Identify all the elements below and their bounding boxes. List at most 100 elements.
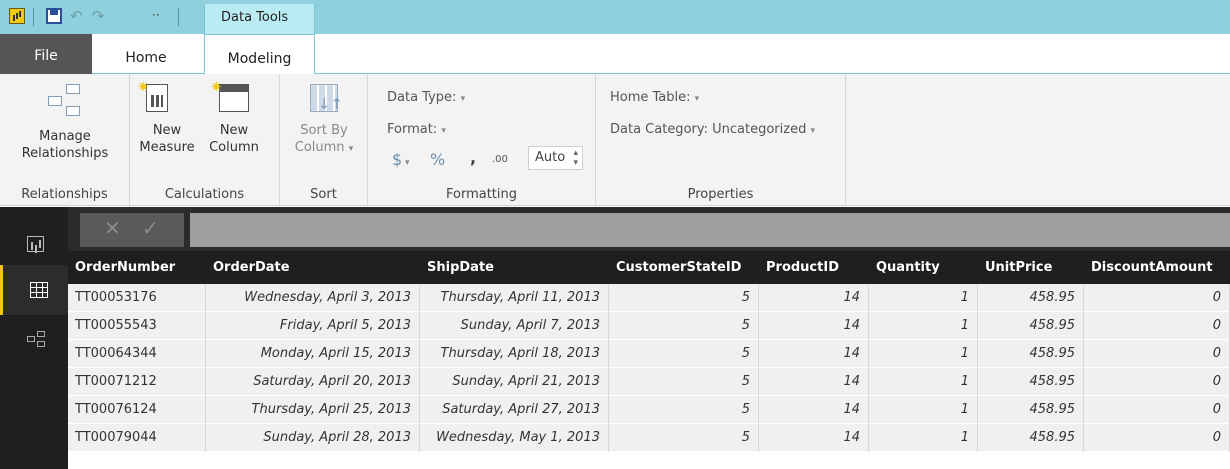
table-cell[interactable]: TT00076124 bbox=[68, 396, 206, 424]
table-cell[interactable]: 1 bbox=[869, 424, 978, 452]
table-cell[interactable]: 14 bbox=[759, 368, 869, 396]
table-row[interactable]: TT00064344 Monday, April 15, 2013 Thursday… bbox=[68, 340, 1230, 368]
column-header[interactable]: ProductID bbox=[759, 251, 869, 284]
data-table: OrderNumber OrderDate ShipDate CustomerS… bbox=[68, 251, 1230, 469]
table-cell[interactable]: 14 bbox=[759, 284, 869, 312]
undo-icon[interactable]: ↶ bbox=[70, 7, 83, 25]
table-row[interactable]: TT00053176 Wednesday, April 3, 2013 Thursd… bbox=[68, 284, 1230, 312]
table-cell[interactable]: 1 bbox=[869, 312, 978, 340]
table-cell[interactable]: 458.95 bbox=[978, 284, 1084, 312]
table-cell[interactable]: 5 bbox=[609, 424, 759, 452]
column-header[interactable]: OrderNumber bbox=[68, 251, 206, 284]
table-cell[interactable]: Wednesday, April 3, 2013 bbox=[206, 284, 420, 312]
table-cell[interactable]: 0 bbox=[1084, 396, 1230, 424]
table-cell[interactable]: 0 bbox=[1084, 424, 1230, 452]
table-cell[interactable]: 458.95 bbox=[978, 312, 1084, 340]
table-cell[interactable]: 14 bbox=[759, 396, 869, 424]
table-cell[interactable]: 5 bbox=[609, 368, 759, 396]
table-cell[interactable]: Monday, April 15, 2013 bbox=[206, 340, 420, 368]
table-row[interactable]: TT00076124 Thursday, April 25, 2013 Saturd… bbox=[68, 396, 1230, 424]
table-cell[interactable]: 5 bbox=[609, 284, 759, 312]
manage-relationships-label-2: Relationships bbox=[21, 146, 109, 161]
group-label-relationships: Relationships bbox=[21, 187, 108, 202]
new-measure-button[interactable]: ✷ New Measure bbox=[136, 79, 198, 156]
column-header[interactable]: Quantity bbox=[869, 251, 978, 284]
group-relationships: Manage Relationships Relationships bbox=[0, 74, 130, 206]
table-cell[interactable]: 458.95 bbox=[978, 424, 1084, 452]
table-row[interactable]: TT00079044 Sunday, April 28, 2013 Wednesda… bbox=[68, 424, 1230, 452]
decimal-places-stepper[interactable]: Auto ▴ ▾ bbox=[528, 146, 583, 170]
data-view-button[interactable] bbox=[0, 265, 68, 315]
table-cell[interactable]: 458.95 bbox=[978, 368, 1084, 396]
title-bar: ↶ ↷ ·· Data Tools bbox=[0, 0, 1230, 34]
data-category-dropdown[interactable]: Data Category: Uncategorized ▾ bbox=[610, 122, 815, 137]
data-type-dropdown[interactable]: Data Type: ▾ bbox=[387, 90, 465, 105]
manage-relationships-button[interactable]: Manage Relationships bbox=[2, 80, 128, 162]
table-row[interactable]: TT00071212 Saturday, April 20, 2013 Sunday… bbox=[68, 368, 1230, 396]
stepper-arrows-icon[interactable]: ▴ ▾ bbox=[573, 148, 578, 168]
table-row[interactable]: TT00055543 Friday, April 5, 2013 Sunday, A… bbox=[68, 312, 1230, 340]
sort-icon bbox=[310, 84, 343, 113]
table-cell[interactable]: 5 bbox=[609, 340, 759, 368]
table-cell[interactable]: TT00071212 bbox=[68, 368, 206, 396]
table-cell[interactable]: 458.95 bbox=[978, 396, 1084, 424]
format-dropdown[interactable]: Format: ▾ bbox=[387, 122, 446, 137]
table-grid-icon bbox=[30, 282, 48, 298]
model-diagram-icon bbox=[27, 331, 45, 347]
customize-toolbar-icon[interactable]: ·· bbox=[152, 8, 160, 22]
table-cell[interactable]: 14 bbox=[759, 424, 869, 452]
table-cell[interactable]: 0 bbox=[1084, 284, 1230, 312]
table-cell[interactable]: 14 bbox=[759, 340, 869, 368]
formula-input[interactable] bbox=[190, 213, 1230, 247]
table-cell[interactable]: Saturday, April 27, 2013 bbox=[420, 396, 609, 424]
sort-by-column-button[interactable]: Sort By Column ▾ bbox=[284, 80, 364, 158]
currency-button[interactable]: $ ▾ bbox=[392, 150, 410, 169]
table-cell[interactable]: 1 bbox=[869, 340, 978, 368]
report-view-button[interactable] bbox=[0, 215, 68, 265]
table-cell[interactable]: Sunday, April 21, 2013 bbox=[420, 368, 609, 396]
tab-home[interactable]: Home bbox=[92, 34, 200, 74]
table-cell[interactable]: TT00079044 bbox=[68, 424, 206, 452]
table-cell[interactable]: Wednesday, May 1, 2013 bbox=[420, 424, 609, 452]
tab-modeling[interactable]: Modeling bbox=[204, 34, 315, 75]
relationships-view-button[interactable] bbox=[0, 315, 68, 365]
table-cell[interactable]: 458.95 bbox=[978, 340, 1084, 368]
comma-button[interactable]: , bbox=[470, 148, 476, 167]
percent-button[interactable]: % bbox=[430, 150, 445, 169]
table-cell[interactable]: 1 bbox=[869, 396, 978, 424]
table-cell[interactable]: TT00064344 bbox=[68, 340, 206, 368]
cancel-icon[interactable]: ✕ bbox=[104, 216, 121, 240]
table-cell[interactable]: 0 bbox=[1084, 312, 1230, 340]
powerbi-logo-icon bbox=[9, 8, 25, 24]
table-cell[interactable]: TT00055543 bbox=[68, 312, 206, 340]
table-cell[interactable]: Thursday, April 18, 2013 bbox=[420, 340, 609, 368]
table-cell[interactable]: Friday, April 5, 2013 bbox=[206, 312, 420, 340]
table-cell[interactable]: 5 bbox=[609, 396, 759, 424]
column-header[interactable]: UnitPrice bbox=[978, 251, 1084, 284]
decimals-button[interactable]: .00 bbox=[492, 154, 508, 165]
table-cell[interactable]: 0 bbox=[1084, 340, 1230, 368]
commit-icon[interactable]: ✓ bbox=[142, 216, 159, 240]
column-header[interactable]: ShipDate bbox=[420, 251, 609, 284]
table-cell[interactable]: 0 bbox=[1084, 368, 1230, 396]
column-header[interactable]: CustomerStateID bbox=[609, 251, 759, 284]
table-cell[interactable]: 1 bbox=[869, 368, 978, 396]
column-header[interactable]: OrderDate bbox=[206, 251, 420, 284]
table-cell[interactable]: Sunday, April 7, 2013 bbox=[420, 312, 609, 340]
table-cell[interactable]: 1 bbox=[869, 284, 978, 312]
tab-file[interactable]: File bbox=[0, 34, 92, 74]
home-table-dropdown[interactable]: Home Table: ▾ bbox=[610, 90, 699, 105]
table-cell[interactable]: Sunday, April 28, 2013 bbox=[206, 424, 420, 452]
new-column-button[interactable]: ✷ New Column bbox=[204, 79, 264, 156]
table-cell[interactable]: 14 bbox=[759, 312, 869, 340]
group-properties: Home Table: ▾ Data Category: Uncategoriz… bbox=[596, 74, 846, 206]
table-cell[interactable]: Thursday, April 11, 2013 bbox=[420, 284, 609, 312]
sort-by-column-label-2: Column ▾ bbox=[294, 140, 354, 155]
table-cell[interactable]: 5 bbox=[609, 312, 759, 340]
save-icon[interactable] bbox=[46, 8, 62, 24]
table-cell[interactable]: TT00053176 bbox=[68, 284, 206, 312]
redo-icon[interactable]: ↷ bbox=[92, 7, 105, 25]
table-cell[interactable]: Thursday, April 25, 2013 bbox=[206, 396, 420, 424]
table-cell[interactable]: Saturday, April 20, 2013 bbox=[206, 368, 420, 396]
column-header[interactable]: DiscountAmount bbox=[1084, 251, 1230, 284]
